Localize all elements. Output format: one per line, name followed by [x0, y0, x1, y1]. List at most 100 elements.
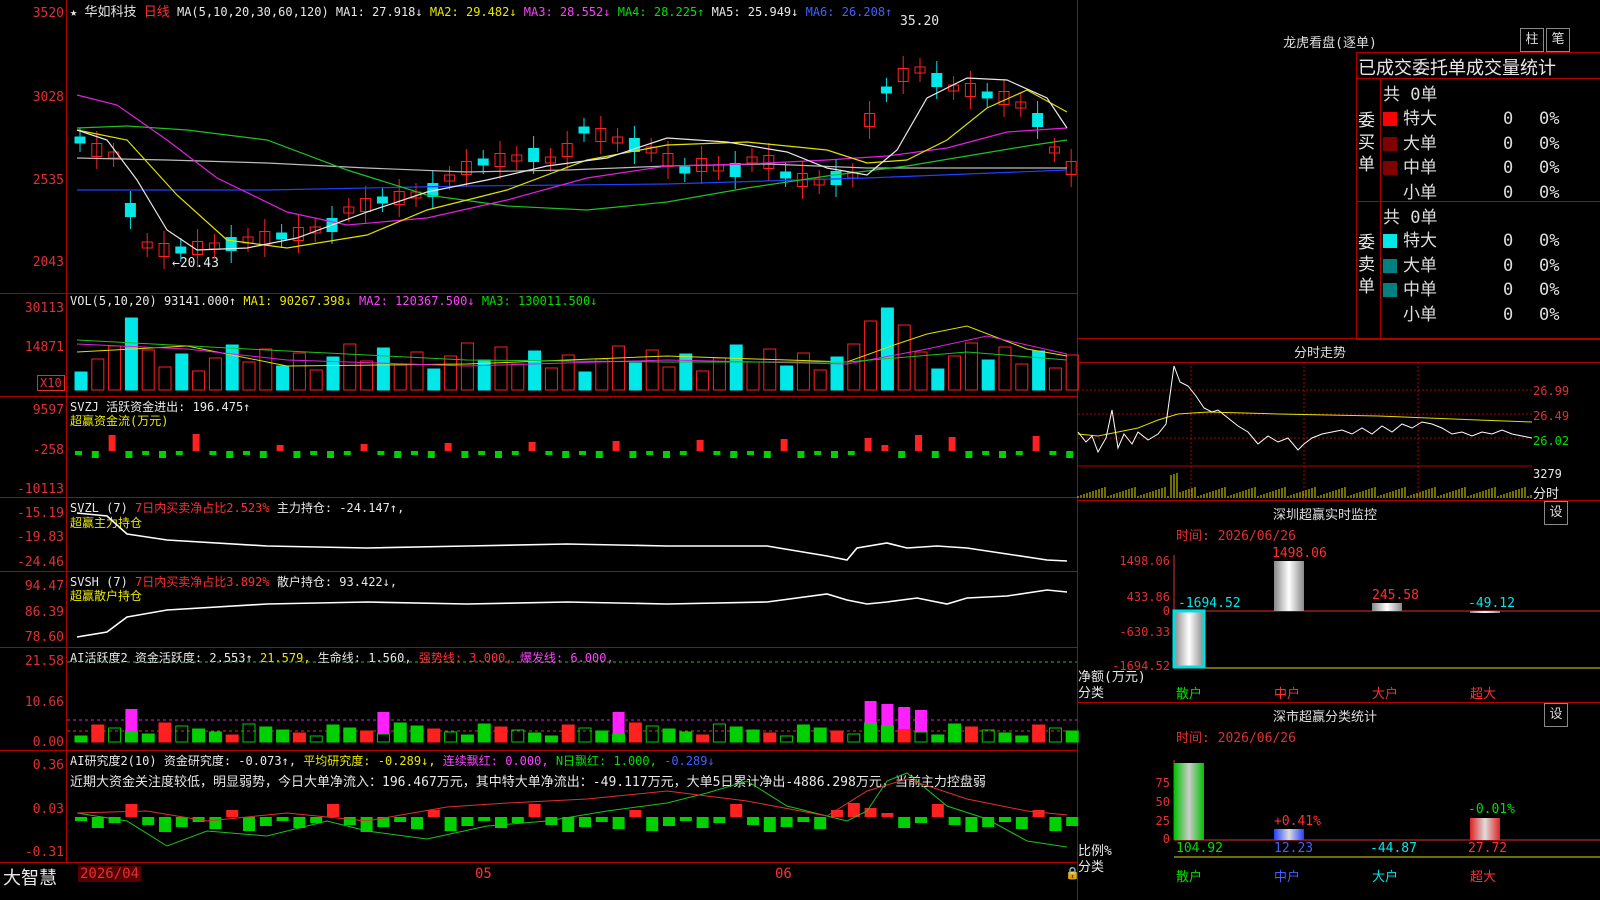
research-bar [931, 804, 944, 817]
svzj-chart[interactable] [67, 397, 1077, 497]
activity-bar [964, 726, 978, 743]
research-bar [511, 817, 524, 823]
bottom-bar [0, 863, 1077, 900]
tick-mode-button[interactable]: 笔 [1546, 28, 1570, 52]
fs-price: 26.99 [1533, 384, 1570, 398]
burst-bar [125, 709, 138, 731]
volume-bar [74, 371, 88, 391]
research-bar [528, 804, 541, 817]
row-pct: 0% [1539, 304, 1560, 325]
bar-mode-button[interactable]: 柱 [1520, 28, 1544, 52]
svzj-label: 9597 [32, 403, 64, 418]
flow-bar [511, 451, 519, 455]
candle-body [175, 246, 187, 254]
activity-bar [343, 727, 357, 743]
activity-bar [528, 732, 542, 743]
flow-bar [730, 451, 738, 458]
flow-bar [881, 445, 889, 451]
ai2-chart[interactable] [67, 751, 1079, 862]
volume-bar [544, 367, 558, 391]
activity-bar [376, 733, 390, 743]
svsh-chart[interactable] [67, 572, 1077, 647]
ai1-chart[interactable] [67, 648, 1079, 750]
volume-bar [208, 357, 222, 391]
intraday-chart[interactable] [1077, 362, 1533, 500]
volume-bar [1032, 350, 1046, 391]
svzl-chart[interactable] [67, 498, 1077, 571]
volume-bar [712, 357, 726, 391]
volume-bar [494, 346, 508, 391]
ss-y-label: 0 [1162, 832, 1170, 846]
vol-label: 30113 [24, 301, 64, 316]
flow-bar [394, 451, 402, 458]
fs-title: 分时走势 [1293, 346, 1346, 361]
flow-bar [478, 451, 486, 455]
research-bar [478, 817, 491, 821]
svzl-label: -15.19 [17, 506, 64, 521]
activity-bar [1065, 730, 1079, 743]
volume-bar [528, 350, 542, 391]
ss-bar-pct: -0.01% [1468, 802, 1515, 817]
flow-bar [1049, 451, 1057, 455]
date-start[interactable]: 2026/04 [78, 866, 142, 882]
svsh-label: 86.39 [24, 605, 64, 620]
ss-cat-label: 散户 [1176, 870, 1203, 885]
ss-bar-pct: +0.41% [1274, 814, 1321, 829]
color-swatch [1383, 186, 1397, 200]
volume-bar [91, 358, 105, 391]
volume-bar [729, 344, 743, 391]
activity-bar [360, 730, 374, 743]
volume-bar [679, 353, 693, 391]
candle-body [1032, 113, 1044, 127]
tick-jun: 06 [775, 866, 792, 882]
volume-bar [292, 352, 306, 391]
sz-monitor-chart[interactable] [1172, 555, 1600, 700]
activity-bar [427, 728, 441, 743]
svzl-label: -19.83 [17, 530, 64, 545]
svzj-label: -10113 [17, 482, 64, 497]
row-value: 0 [1503, 255, 1514, 276]
row-name: 中单 [1403, 280, 1437, 300]
candle-body [931, 73, 943, 87]
ai2-label: 0.03 [32, 802, 64, 817]
vol-ma-yellow [76, 325, 1068, 367]
research-bar [814, 817, 827, 829]
research-bar [91, 817, 104, 828]
candlestick-chart[interactable] [67, 0, 1077, 293]
volume-bar [444, 355, 458, 391]
research-bar [948, 817, 961, 825]
burst-bar [898, 707, 911, 729]
row-value: 0 [1503, 280, 1514, 300]
research-bar [142, 817, 155, 825]
volume-bar [276, 365, 290, 391]
flow-bar [562, 451, 570, 458]
activity-bar [595, 730, 609, 743]
candle-body [729, 163, 741, 177]
flow-bar [679, 451, 687, 455]
research-bar [831, 810, 843, 817]
research-bar [394, 817, 407, 822]
ss-y-label: 25 [1155, 814, 1170, 828]
flow-bar [965, 451, 973, 458]
flow-bar [444, 443, 452, 451]
order-stats-header: 已成交委托单成交量统计 [1358, 58, 1556, 79]
research-bar [411, 817, 423, 829]
flow-bar [948, 437, 956, 451]
ss-cat-label: 大户 [1372, 870, 1399, 885]
row-value: 0 [1503, 109, 1514, 129]
volume-bar [309, 369, 323, 391]
volume-chart[interactable] [67, 294, 1079, 396]
ma6-line [77, 169, 1068, 191]
candle-body [477, 158, 489, 166]
activity-bar [1015, 735, 1029, 743]
ss-settings-button[interactable]: 设 [1544, 703, 1568, 727]
flow-bar [259, 451, 267, 458]
research-bar [495, 817, 507, 828]
flow-bar [612, 441, 620, 451]
activity-bar [124, 730, 138, 743]
sz-bar-value: 1498.06 [1272, 546, 1327, 561]
sz-time: 时间: 2026/06/26 [1176, 529, 1296, 544]
sz-settings-button[interactable]: 设 [1544, 501, 1568, 525]
burst-bar [612, 712, 625, 734]
activity-bar [511, 729, 525, 743]
